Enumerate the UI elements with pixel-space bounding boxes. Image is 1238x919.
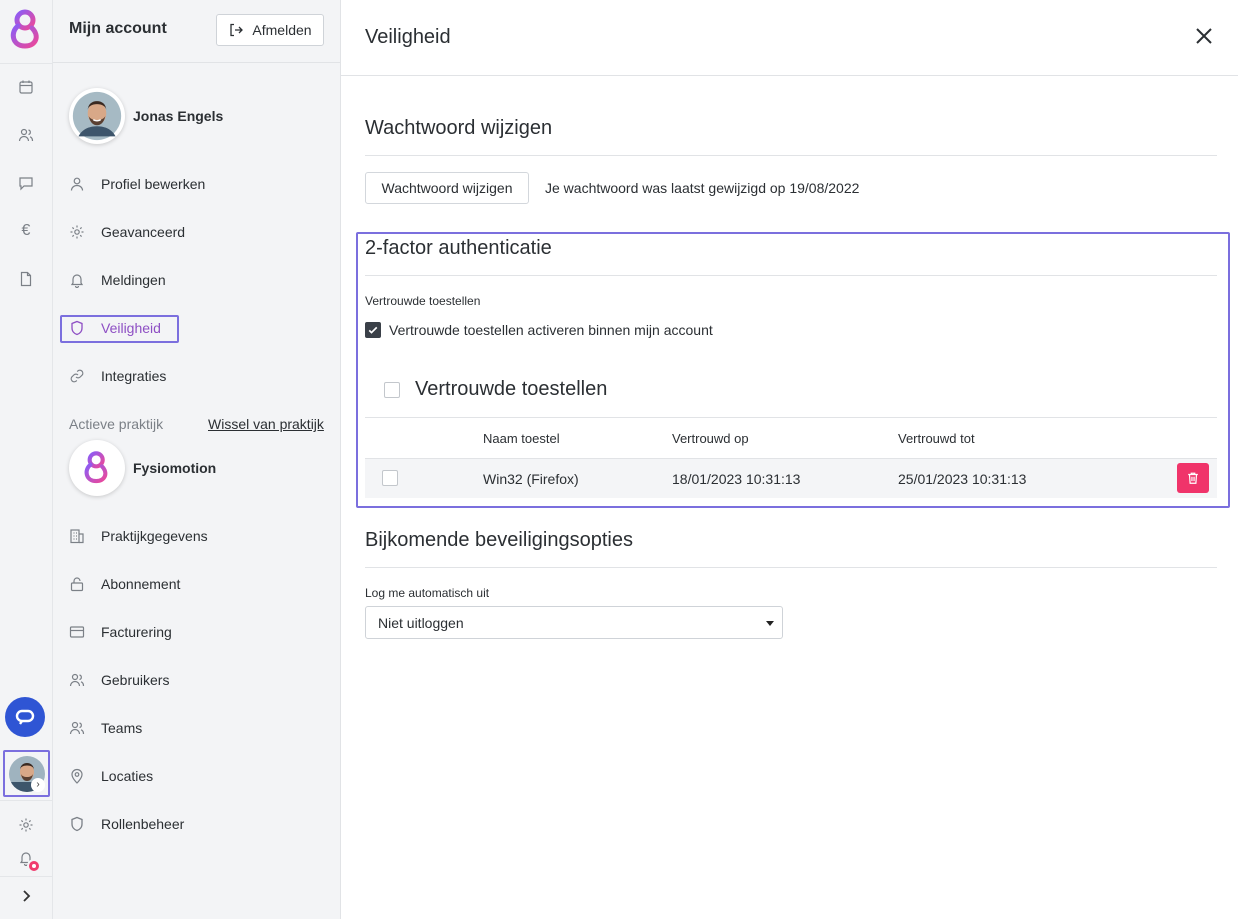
divider xyxy=(365,417,1217,418)
rail-divider xyxy=(0,876,53,877)
nav-integraties[interactable]: Integraties xyxy=(69,362,166,390)
delete-device-button[interactable] xyxy=(1177,463,1209,493)
user-avatar xyxy=(69,88,125,144)
nav-label: Praktijkgegevens xyxy=(101,528,208,544)
users-icon[interactable] xyxy=(15,124,37,146)
security-panel: Veiligheid Wachtwoord wijzigen Wachtwoor… xyxy=(341,0,1238,919)
nav-label: Geavanceerd xyxy=(101,224,186,240)
expand-rail-chevron-icon[interactable] xyxy=(14,884,38,908)
chat-icon[interactable] xyxy=(15,172,37,194)
column-header-trusted-on: Vertrouwd op xyxy=(672,431,749,446)
rail-divider xyxy=(0,800,53,801)
switch-practice-link[interactable]: Wissel van praktijk xyxy=(208,416,324,432)
user-avatar-button[interactable]: › xyxy=(3,750,50,797)
nav-rollenbeheer[interactable]: Rollenbeheer xyxy=(69,810,184,838)
trusted-devices-title: Vertrouwde toestellen xyxy=(415,378,608,400)
practice-logo xyxy=(69,440,125,496)
lock-icon xyxy=(69,576,85,592)
nav-locaties[interactable]: Locaties xyxy=(69,762,153,790)
device-name-cell: Win32 (Firefox) xyxy=(483,471,579,487)
logout-icon xyxy=(230,23,244,37)
nav-meldingen[interactable]: Meldingen xyxy=(69,266,166,294)
users-icon xyxy=(69,672,85,688)
trusted-on-cell: 18/01/2023 10:31:13 xyxy=(672,471,801,487)
column-header-device-name: Naam toestel xyxy=(483,431,560,446)
rail-divider xyxy=(0,63,53,64)
panel-header: Veiligheid xyxy=(341,0,1238,76)
trusted-devices-select-all-checkbox[interactable] xyxy=(384,382,400,398)
close-icon[interactable] xyxy=(1193,25,1215,47)
auto-logout-label: Log me automatisch uit xyxy=(365,586,490,600)
nav-label: Veiligheid xyxy=(101,320,161,336)
caret-down-icon xyxy=(766,621,774,626)
user-name: Jonas Engels xyxy=(133,108,224,124)
location-pin-icon xyxy=(69,768,85,784)
nav-label: Facturering xyxy=(101,624,172,640)
account-header: Mijn account Afmelden xyxy=(53,0,340,63)
account-title: Mijn account xyxy=(69,20,167,37)
extra-security-section-title: Bijkomende beveiligingsopties xyxy=(365,529,633,551)
team-icon xyxy=(69,720,85,736)
trash-icon xyxy=(1188,472,1198,484)
nav-teams[interactable]: Teams xyxy=(69,714,142,742)
nav-geavanceerd[interactable]: Geavanceerd xyxy=(69,218,185,246)
nav-veiligheid[interactable]: Veiligheid xyxy=(69,314,161,342)
twofa-section-title: 2-factor authenticatie xyxy=(365,237,552,259)
nav-profiel-bewerken[interactable]: Profiel bewerken xyxy=(69,170,205,198)
divider xyxy=(365,567,1217,568)
password-last-changed-text: Je wachtwoord was laatst gewijzigd op 19… xyxy=(545,180,860,196)
nav-label: Gebruikers xyxy=(101,672,170,688)
calendar-icon[interactable] xyxy=(15,76,37,98)
page-title: Veiligheid xyxy=(365,26,451,48)
activate-trusted-devices-label: Vertrouwde toestellen activeren binnen m… xyxy=(389,322,713,338)
divider xyxy=(365,275,1217,276)
nav-praktijkgegevens[interactable]: Praktijkgegevens xyxy=(69,522,208,550)
euro-icon[interactable]: € xyxy=(15,220,37,242)
trusted-devices-label: Vertrouwde toestellen xyxy=(365,294,481,308)
auto-logout-value: Niet uitloggen xyxy=(378,615,464,631)
active-practice-label: Actieve praktijk xyxy=(69,416,164,432)
practice-name: Fysiomotion xyxy=(133,460,217,476)
building-icon xyxy=(69,528,85,544)
user-icon xyxy=(69,176,85,192)
auto-logout-select[interactable]: Niet uitloggen xyxy=(365,606,783,639)
shield-icon xyxy=(69,816,85,832)
link-icon xyxy=(69,368,85,384)
credit-card-icon xyxy=(69,624,85,640)
activate-trusted-devices-checkbox[interactable] xyxy=(365,322,381,338)
user-profile: Jonas Engels xyxy=(69,88,223,144)
row-checkbox[interactable] xyxy=(382,470,398,486)
nav-label: Locaties xyxy=(101,768,154,784)
app-logo[interactable] xyxy=(8,8,44,52)
icon-rail: € › xyxy=(0,0,53,919)
logout-button[interactable]: Afmelden xyxy=(216,14,324,46)
practice-profile: Fysiomotion xyxy=(69,440,216,496)
nav-label: Teams xyxy=(101,720,143,736)
nav-gebruikers[interactable]: Gebruikers xyxy=(69,666,169,694)
account-sidebar: Mijn account Afmelden Jonas Engels Profi… xyxy=(53,0,341,919)
support-chat-button[interactable] xyxy=(5,697,45,737)
nav-label: Rollenbeheer xyxy=(101,816,185,832)
logout-label: Afmelden xyxy=(252,22,312,38)
chevron-right-icon: › xyxy=(31,778,45,792)
checkmark-icon xyxy=(368,326,378,334)
nav-abonnement[interactable]: Abonnement xyxy=(69,570,180,598)
nav-facturering[interactable]: Facturering xyxy=(69,618,172,646)
shield-icon xyxy=(69,320,85,336)
document-icon[interactable] xyxy=(15,268,37,290)
gear-icon xyxy=(69,224,85,240)
nav-label: Profiel bewerken xyxy=(101,176,206,192)
column-header-trusted-until: Vertrouwd tot xyxy=(898,431,975,446)
change-password-button[interactable]: Wachtwoord wijzigen xyxy=(365,172,529,204)
settings-icon[interactable] xyxy=(15,814,37,836)
password-section-title: Wachtwoord wijzigen xyxy=(365,117,553,139)
notification-badge xyxy=(27,859,41,873)
nav-label: Abonnement xyxy=(101,576,181,592)
bell-icon xyxy=(69,272,85,288)
nav-label: Integraties xyxy=(101,368,167,384)
divider xyxy=(365,155,1217,156)
trusted-until-cell: 25/01/2023 10:31:13 xyxy=(898,471,1027,487)
nav-label: Meldingen xyxy=(101,272,166,288)
